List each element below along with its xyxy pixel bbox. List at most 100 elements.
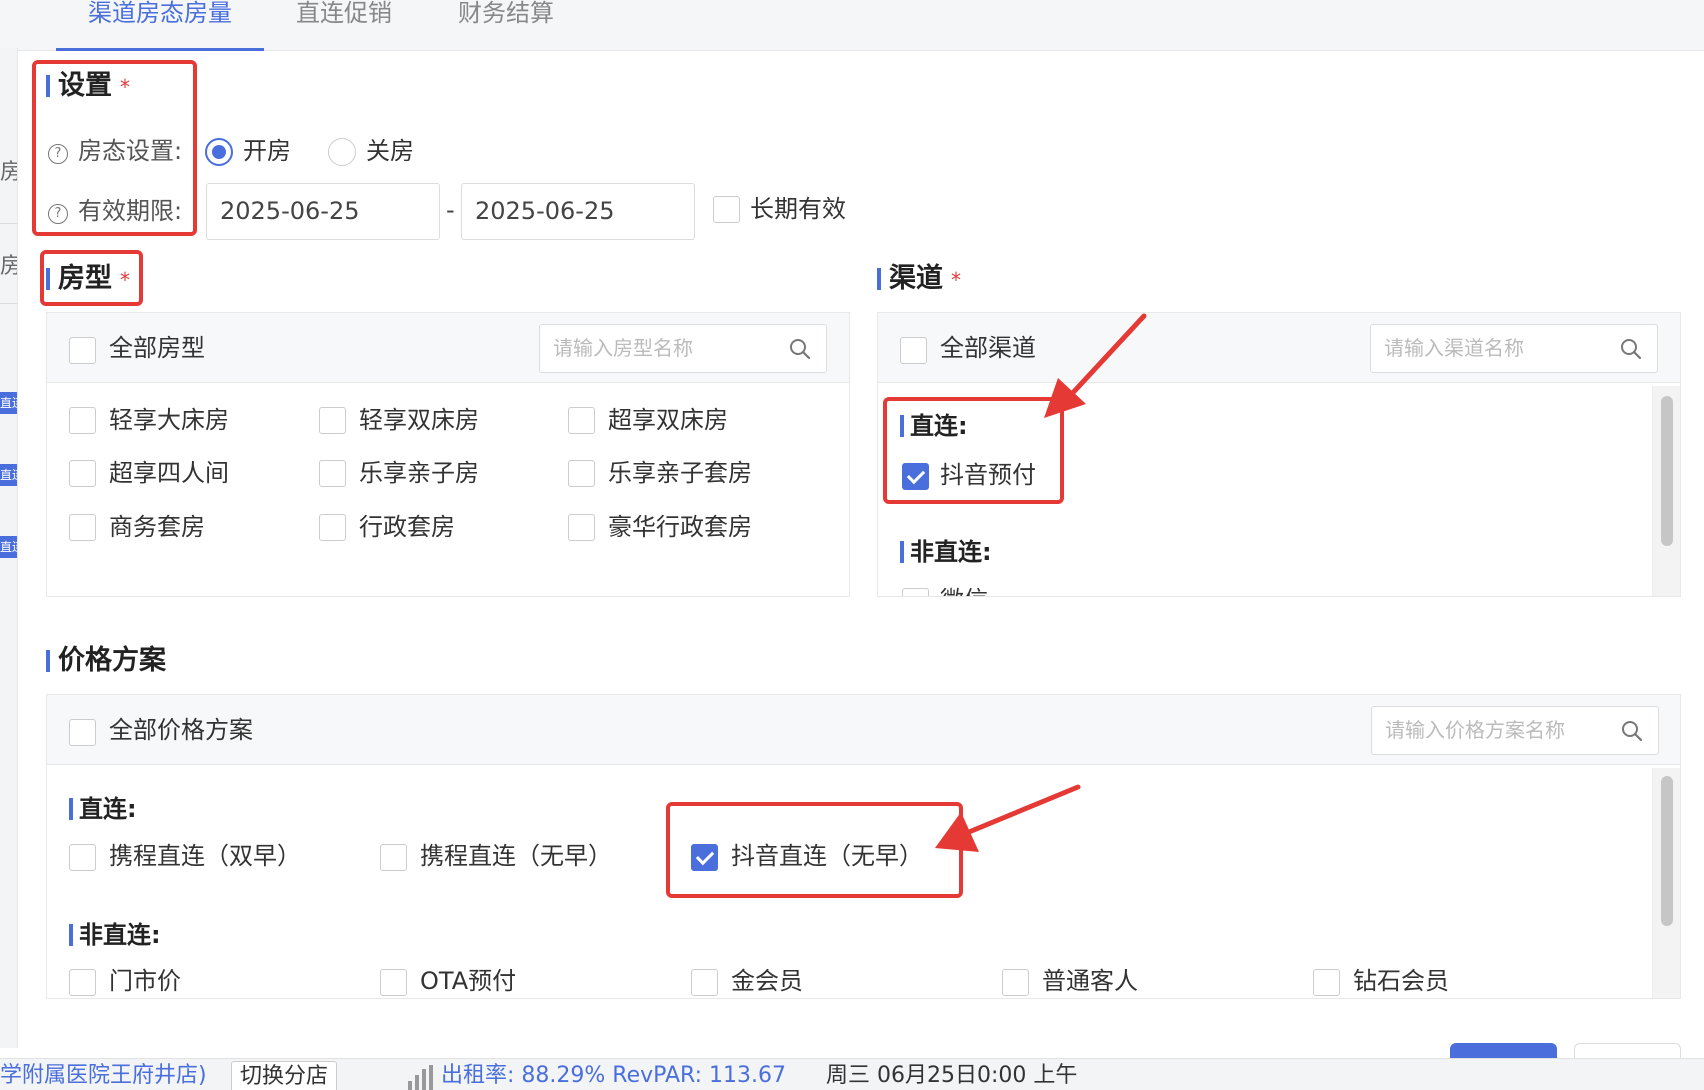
price-plan-search-input[interactable]: 请输入价格方案名称 [1371, 706, 1659, 755]
end-date-input[interactable]: 2025-06-25 [461, 183, 695, 240]
room-type-label: 轻享大床房 [109, 406, 229, 434]
room-type-title-text: 房型 [58, 263, 112, 294]
room-type-checkbox[interactable] [319, 514, 346, 541]
room-type-checkbox[interactable] [69, 407, 96, 434]
help-icon[interactable]: ? [48, 204, 68, 224]
all-room-types-label: 全部房型 [109, 334, 205, 362]
settings-title-text: 设置 [58, 70, 112, 101]
room-type-search-input[interactable]: 请输入房型名称 [539, 324, 827, 373]
price-plan-panel-header: 全部价格方案 请输入价格方案名称 [47, 695, 1680, 765]
validity-label: ? 有效期限: [48, 196, 182, 226]
channel-search-input[interactable]: 请输入渠道名称 [1370, 324, 1658, 373]
room-type-checkbox[interactable] [69, 514, 96, 541]
price-plan-checkbox[interactable] [69, 844, 96, 871]
settings-title: 设置 * [46, 69, 130, 104]
price-plan-label: 钻石会员 [1353, 967, 1449, 995]
channel-checkbox-douyin-prepaid[interactable] [902, 463, 929, 490]
room-type-checkbox[interactable] [69, 460, 96, 487]
price-plan-scroll-thumb[interactable] [1661, 776, 1673, 926]
radio-close-room[interactable] [328, 138, 356, 166]
all-price-plans-label: 全部价格方案 [109, 716, 253, 744]
channel-checkbox[interactable] [902, 588, 929, 596]
room-type-checkbox[interactable] [568, 407, 595, 434]
left-sidebar-edge: 房型 房数 直连 直连 直连 [0, 48, 18, 1048]
price-plan-title-text: 价格方案 [58, 645, 166, 676]
tab-financial-settlement[interactable]: 财务结算 [458, 0, 554, 51]
hotel-name[interactable]: 学附属医院王府井店) [0, 1061, 207, 1090]
sidebar-direct-tag: 直连 [0, 464, 17, 486]
channel-indirect-title: 非直连: [900, 537, 992, 567]
tab-direct-promotion[interactable]: 直连促销 [296, 0, 392, 51]
price-plan-title: 价格方案 [46, 644, 166, 678]
channel-label: 微信 [940, 585, 988, 596]
price-plan-label: OTA预付 [420, 967, 517, 995]
long-term-label: 长期有效 [750, 195, 846, 223]
room-type-checkbox[interactable] [319, 407, 346, 434]
room-type-label: 行政套房 [359, 513, 455, 541]
room-type-checkbox[interactable] [568, 514, 595, 541]
switch-store-button[interactable]: 切换分店 [231, 1061, 338, 1090]
price-plan-checkbox[interactable] [1002, 969, 1029, 996]
room-type-checkbox[interactable] [568, 460, 595, 487]
all-price-plans-checkbox[interactable] [69, 719, 96, 746]
price-plan-checkbox[interactable] [1313, 969, 1340, 996]
room-type-search-placeholder: 请输入房型名称 [553, 336, 693, 360]
status-bar: 学附属医院王府井店) 切换分店 出租率: 88.29% RevPAR: 113.… [0, 1058, 1704, 1090]
price-plan-scrollbar[interactable] [1652, 768, 1680, 998]
all-channels-checkbox[interactable] [900, 337, 927, 364]
occupancy-rate: 出租率: 88.29% RevPAR: 113.67 [441, 1063, 787, 1088]
room-type-label: 超享四人间 [109, 459, 229, 487]
room-type-label: 商务套房 [109, 513, 205, 541]
date-separator: - [446, 196, 455, 224]
room-type-label: 超享双床房 [608, 406, 728, 434]
room-type-panel: 全部房型 请输入房型名称 轻享大床房 轻享双床房 超享双床房 超享四人间 乐享亲… [46, 312, 850, 597]
price-plan-search-placeholder: 请输入价格方案名称 [1385, 718, 1565, 742]
tab-bar: 渠道房态房量 直连促销 财务结算 [0, 0, 1704, 51]
start-date-input[interactable]: 2025-06-25 [206, 183, 440, 240]
all-channels-label: 全部渠道 [940, 334, 1036, 362]
long-term-checkbox[interactable] [713, 196, 740, 223]
price-plan-label: 普通客人 [1042, 967, 1138, 995]
radio-close-room-label: 关房 [366, 137, 414, 165]
price-plan-checkbox[interactable] [69, 969, 96, 996]
price-plan-checkbox[interactable] [380, 969, 407, 996]
sidebar-cut-text: 房型 [0, 154, 17, 186]
current-datetime: 周三 06月25日0:00 上午 [826, 1063, 1078, 1088]
sidebar-divider [0, 223, 17, 224]
search-icon[interactable] [1619, 337, 1643, 361]
channel-title: 渠道 * [877, 262, 961, 297]
all-room-types-checkbox[interactable] [69, 337, 96, 364]
price-plan-label: 携程直连（双早） [109, 842, 301, 870]
search-icon[interactable] [1620, 719, 1644, 743]
bar-chart-icon [408, 1065, 433, 1090]
room-type-checkbox[interactable] [319, 460, 346, 487]
tab-channel-room-status[interactable]: 渠道房态房量 [56, 0, 264, 51]
channel-scroll-thumb[interactable] [1661, 396, 1673, 546]
price-plan-direct-title: 直连: [69, 794, 137, 824]
channel-direct-title: 直连: [900, 411, 968, 441]
channel-label: 抖音预付 [940, 461, 1036, 489]
room-status-label: ? 房态设置: [48, 136, 182, 166]
price-plan-label: 门市价 [109, 967, 181, 995]
price-plan-panel: 全部价格方案 请输入价格方案名称 直连: 携程直连（双早） 携程直连（无早） 抖… [46, 694, 1681, 999]
room-type-label: 豪华行政套房 [608, 513, 752, 541]
channel-panel-header: 全部渠道 请输入渠道名称 [878, 313, 1680, 383]
required-mark: * [120, 74, 130, 99]
sidebar-direct-tag: 直连 [0, 392, 17, 414]
price-plan-indirect-title: 非直连: [69, 920, 161, 950]
required-mark: * [120, 267, 130, 292]
price-plan-checkbox[interactable] [380, 844, 407, 871]
help-icon[interactable]: ? [48, 144, 68, 164]
radio-open-room[interactable] [205, 138, 233, 166]
search-icon[interactable] [788, 337, 812, 361]
room-type-label: 乐享亲子套房 [608, 459, 752, 487]
price-plan-checkbox[interactable] [691, 969, 718, 996]
sidebar-cut-text: 房数 [0, 248, 17, 280]
channel-title-text: 渠道 [889, 263, 943, 294]
price-plan-checkbox-douyin-direct[interactable] [691, 844, 718, 871]
room-type-label: 乐享亲子房 [359, 459, 479, 487]
price-plan-label: 金会员 [731, 967, 803, 995]
channel-search-placeholder: 请输入渠道名称 [1384, 336, 1524, 360]
channel-scrollbar[interactable] [1652, 386, 1680, 596]
room-type-label: 轻享双床房 [359, 406, 479, 434]
